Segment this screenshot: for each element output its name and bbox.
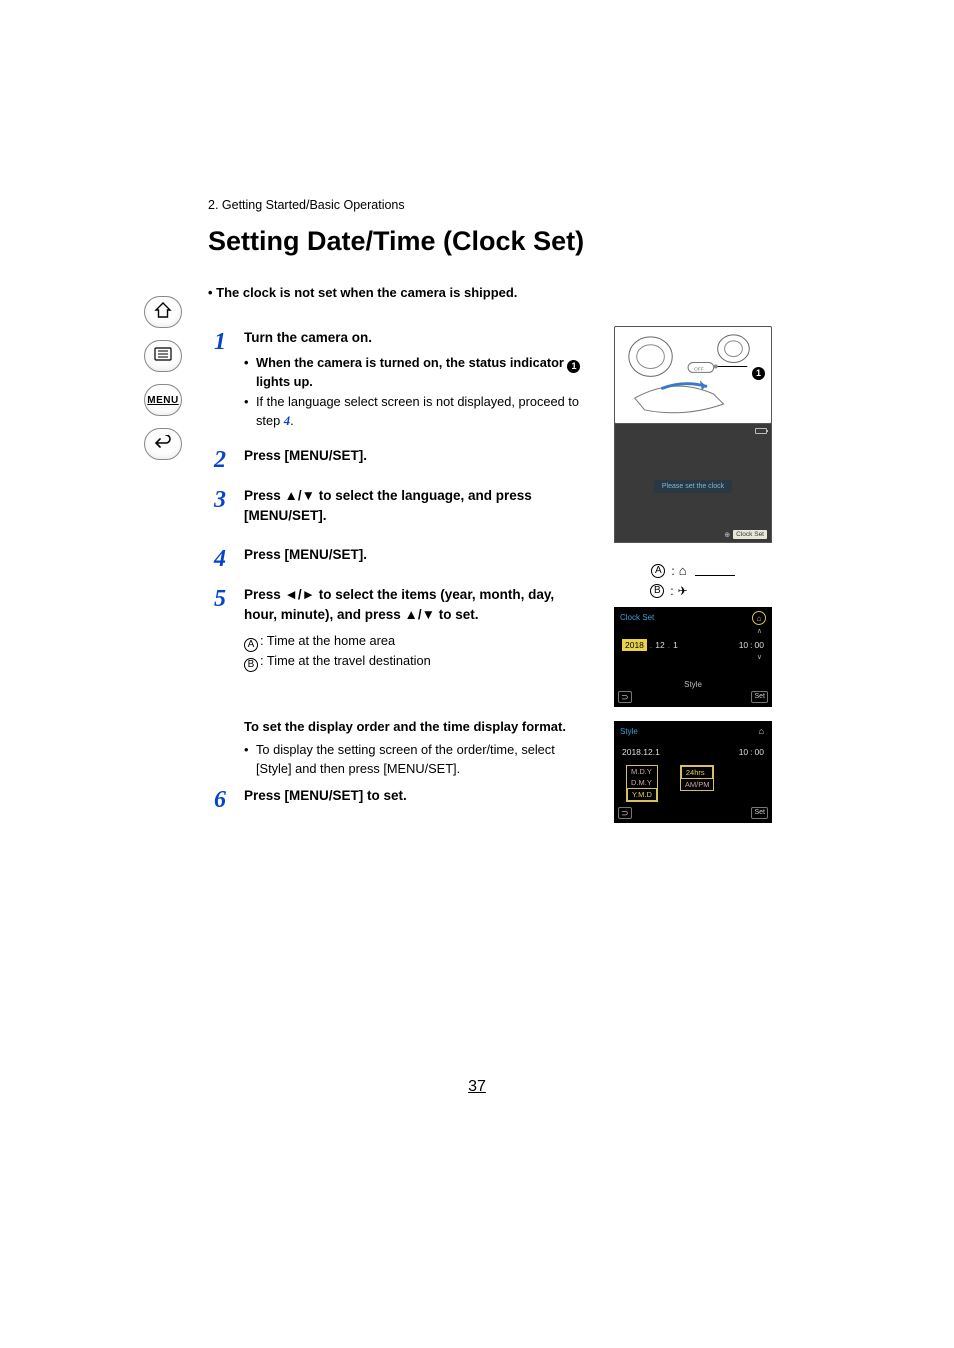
step-4: 4 Press [MENU/SET]. [208, 545, 588, 571]
chevron-down-icon: ∨ [757, 653, 762, 661]
step-number: 5 [208, 585, 226, 778]
legend-line-b: B: Time at the travel destination [244, 652, 588, 672]
legend-line-a: A: Time at the home area [244, 632, 588, 652]
status-indicator-marker: 1 [567, 360, 580, 373]
back-icon: ⊃ [618, 807, 632, 819]
sub-heading: To set the display order and the time di… [244, 718, 588, 737]
step-number: 6 [208, 786, 226, 812]
clock-set-label: Clock Set [733, 530, 767, 539]
set-label: Set [751, 691, 768, 703]
step-number: 1 [208, 328, 226, 432]
home-icon: ⌂ [679, 561, 687, 582]
svg-text:OFF: OFF [694, 366, 704, 372]
sidebar: MENU [142, 296, 184, 460]
clock-prompt-screen: Please set the clock ⊕ Clock Set [614, 423, 772, 543]
toc-icon [154, 347, 172, 365]
step-bullet: If the language select screen is not dis… [244, 393, 588, 430]
step-heading: Press [MENU/SET]. [244, 446, 588, 466]
plane-icon: ✈ [678, 582, 688, 601]
location-legend: A: ⌂ B: ✈ [614, 561, 772, 601]
battery-icon [755, 428, 767, 434]
home-icon: ⌂ [752, 611, 766, 625]
step-heading: Turn the camera on. [244, 328, 588, 348]
set-label: Set [751, 807, 768, 819]
step-number: 4 [208, 545, 226, 571]
nav-back-button[interactable] [144, 428, 182, 460]
screen-message: Please set the clock [654, 480, 732, 493]
lcd-title: Clock Set [620, 613, 654, 622]
date-order-options: M.D.Y D.M.Y Y.M.D [626, 765, 658, 802]
step-2: 2 Press [MENU/SET]. [208, 446, 588, 472]
step-3: 3 Press ▲/▼ to select the language, and … [208, 486, 588, 531]
sub-note: To display the setting screen of the ord… [244, 741, 588, 778]
step-number: 2 [208, 446, 226, 472]
page-number[interactable]: 37 [0, 1078, 954, 1096]
style-screen: Style ⌂ 2018 . 12 . 1 10 : 00 M.D.Y D.M.… [614, 721, 772, 823]
time-format-options: 24hrs AM/PM [680, 765, 715, 791]
nav-toc-button[interactable] [144, 340, 182, 372]
step-bullet: When the camera is turned on, the status… [244, 354, 588, 392]
step-heading: Press ▲/▼ to select the language, and pr… [244, 486, 588, 525]
step-heading: Press ◄/► to select the items (year, mon… [244, 585, 588, 624]
breadcrumb: 2. Getting Started/Basic Operations [208, 198, 783, 212]
step-number: 3 [208, 486, 226, 531]
indicator-marker: 1 [752, 361, 765, 380]
clock-set-screen: Clock Set ⌂ ∧ 2018 . 12 . 1 10 : 00 ∨ St… [614, 607, 772, 707]
date-time-row: 2018 . 12 . 1 10 : 00 [622, 747, 764, 757]
step-heading: Press [MENU/SET] to set. [244, 786, 588, 806]
page-title: Setting Date/Time (Clock Set) [208, 226, 783, 257]
style-button-label: Style [684, 680, 702, 689]
illustration-column: OFF 1 Please set the clock ⊕ Clock Set A… [614, 326, 772, 823]
step-5: 5 Press ◄/► to select the items (year, m… [208, 585, 588, 778]
camera-top-illustration: OFF 1 [614, 326, 772, 424]
home-icon [154, 302, 172, 322]
step-6: 6 Press [MENU/SET] to set. [208, 786, 588, 812]
nav-menu-button[interactable]: MENU [144, 384, 182, 416]
menu-label: MENU [147, 395, 178, 406]
set-icon: ⊕ [724, 531, 730, 539]
nav-home-button[interactable] [144, 296, 182, 328]
date-time-row: 2018 . 12 . 1 10 : 00 [622, 639, 764, 651]
home-icon: ⌂ [759, 726, 764, 736]
intro-note: • The clock is not set when the camera i… [208, 285, 783, 300]
step-1: 1 Turn the camera on. When the camera is… [208, 328, 588, 432]
lcd-title: Style [620, 727, 638, 736]
chevron-up-icon: ∧ [757, 627, 762, 635]
back-icon [154, 435, 172, 453]
step-heading: Press [MENU/SET]. [244, 545, 588, 565]
back-icon: ⊃ [618, 691, 632, 703]
